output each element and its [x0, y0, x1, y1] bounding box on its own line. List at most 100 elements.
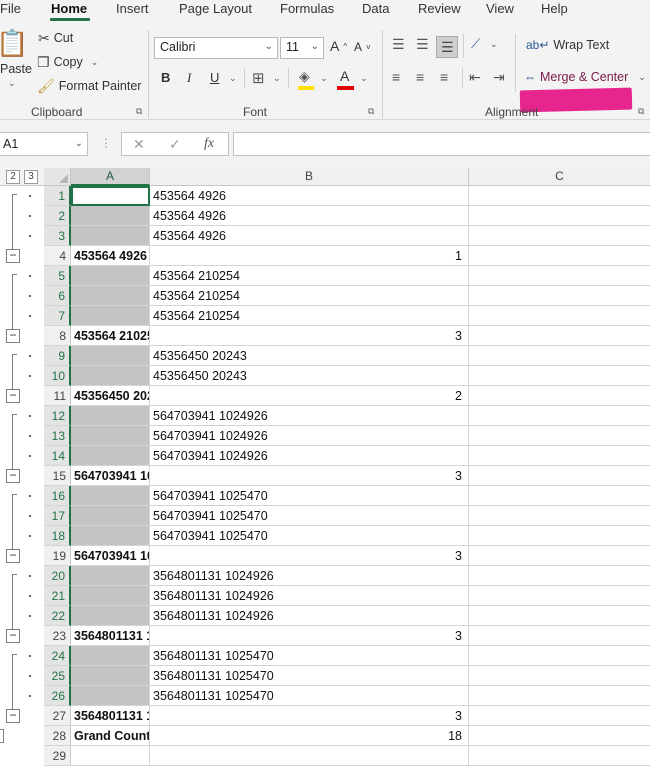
row-header[interactable]: 13 [44, 426, 71, 446]
cell-a[interactable] [71, 226, 150, 246]
outline-level-3-button[interactable]: 3 [24, 170, 38, 184]
cell-c[interactable] [469, 386, 650, 406]
cell-b[interactable]: 3 [150, 546, 469, 566]
name-box[interactable]: A1 ⌄ [0, 132, 88, 156]
cell-a[interactable] [71, 346, 150, 366]
row-header[interactable]: 7 [44, 306, 71, 326]
cell-c[interactable] [469, 586, 650, 606]
cell-c[interactable] [469, 346, 650, 366]
dialog-launcher-icon[interactable]: ⧉ [136, 106, 142, 117]
cell-c[interactable] [469, 226, 650, 246]
menu-review[interactable]: Review [418, 1, 461, 16]
cell-a[interactable] [71, 606, 150, 626]
cell-b[interactable]: 564703941 1024926 [150, 426, 469, 446]
row-header[interactable]: 4 [44, 246, 71, 266]
cell-b[interactable]: 3 [150, 326, 469, 346]
chevron-down-icon[interactable]: ⌄ [490, 39, 498, 50]
column-header-a[interactable]: A [71, 168, 150, 186]
align-center-icon[interactable]: ≡ [416, 69, 424, 85]
cell-b[interactable]: 564703941 1024926 [150, 446, 469, 466]
cell-a[interactable]: 3564801131 1025470 [71, 706, 150, 726]
align-middle-icon[interactable]: ☰ [416, 36, 429, 53]
cell-b[interactable]: 453564 210254 [150, 286, 469, 306]
collapse-group-button[interactable]: − [6, 629, 20, 643]
cell-c[interactable] [469, 566, 650, 586]
cell-b[interactable] [150, 746, 469, 766]
cell-b[interactable]: 3564801131 1024926 [150, 606, 469, 626]
cell-a[interactable]: 564703941 1025470 [71, 546, 150, 566]
row-header[interactable]: 9 [44, 346, 71, 366]
format-painter-button[interactable]: 🖌 Format Painter [37, 79, 141, 93]
cell-a[interactable]: 3564801131 1024926 [71, 626, 150, 646]
cell-a[interactable] [71, 526, 150, 546]
cell-a[interactable] [71, 206, 150, 226]
menu-file[interactable]: File [0, 1, 21, 16]
cell-c[interactable] [469, 266, 650, 286]
row-header[interactable]: 16 [44, 486, 71, 506]
cell-a[interactable] [71, 286, 150, 306]
chevron-down-icon[interactable]: ⌄ [273, 73, 281, 84]
menu-insert[interactable]: Insert [116, 1, 149, 16]
cell-a[interactable] [71, 306, 150, 326]
wrap-text-button[interactable]: ab↵ Wrap Text [526, 38, 609, 52]
row-header[interactable]: 20 [44, 566, 71, 586]
row-header[interactable]: 14 [44, 446, 71, 466]
cell-c[interactable] [469, 326, 650, 346]
row-header[interactable]: 6 [44, 286, 71, 306]
underline-button[interactable]: U [210, 70, 219, 85]
formula-input[interactable] [233, 132, 650, 156]
cell-c[interactable] [469, 706, 650, 726]
font-name-combo[interactable]: Calibri ⌄ [154, 37, 278, 59]
cell-b[interactable]: 3564801131 1024926 [150, 586, 469, 606]
cell-a[interactable]: 564703941 1024926 [71, 466, 150, 486]
cell-b[interactable]: 564703941 1024926 [150, 406, 469, 426]
row-header[interactable]: 8 [44, 326, 71, 346]
collapse-group-button[interactable]: − [6, 709, 20, 723]
select-all-button[interactable] [44, 168, 71, 186]
menu-data[interactable]: Data [362, 1, 389, 16]
cell-a[interactable] [71, 566, 150, 586]
cell-c[interactable] [469, 426, 650, 446]
row-header[interactable]: 2 [44, 206, 71, 226]
font-size-combo[interactable]: 11 ⌄ [280, 37, 324, 59]
collapse-group-button[interactable]: − [6, 329, 20, 343]
row-header[interactable]: 18 [44, 526, 71, 546]
row-header[interactable]: 17 [44, 506, 71, 526]
align-top-icon[interactable]: ☰ [392, 36, 405, 53]
row-header[interactable]: 3 [44, 226, 71, 246]
dialog-launcher-icon[interactable]: ⧉ [638, 106, 644, 117]
row-header[interactable]: 15 [44, 466, 71, 486]
cell-b[interactable]: 564703941 1025470 [150, 506, 469, 526]
cell-a[interactable] [71, 746, 150, 766]
cell-a[interactable]: 45356450 20243 [71, 386, 150, 406]
cell-b[interactable]: 3 [150, 466, 469, 486]
row-header[interactable]: 1 [44, 186, 71, 206]
outline-level-2-button[interactable]: 2 [6, 170, 20, 184]
row-header[interactable]: 24 [44, 646, 71, 666]
cell-b[interactable]: 3564801131 1025470 [150, 646, 469, 666]
cell-a[interactable] [71, 186, 150, 206]
copy-button[interactable]: ❐ Copy ⌄ [37, 55, 98, 69]
cell-c[interactable] [469, 186, 650, 206]
collapse-group-button[interactable]: − [6, 549, 20, 563]
column-header-b[interactable]: B [150, 168, 469, 186]
cell-a[interactable] [71, 686, 150, 706]
row-header[interactable]: 26 [44, 686, 71, 706]
row-header[interactable]: 23 [44, 626, 71, 646]
collapse-group-button[interactable]: − [6, 469, 20, 483]
row-header[interactable]: 12 [44, 406, 71, 426]
cell-a[interactable] [71, 446, 150, 466]
chevron-down-icon[interactable]: ⌄ [229, 73, 237, 84]
row-header[interactable]: 11 [44, 386, 71, 406]
chevron-down-icon[interactable]: ⌄ [320, 73, 328, 84]
cell-a[interactable]: Grand Count [71, 726, 150, 746]
menu-formulas[interactable]: Formulas [280, 1, 334, 16]
decrease-indent-icon[interactable]: ⇤ [469, 69, 481, 86]
cell-c[interactable] [469, 466, 650, 486]
italic-button[interactable]: I [187, 70, 191, 86]
cell-b[interactable]: 45356450 20243 [150, 366, 469, 386]
cell-b[interactable]: 453564 4926 [150, 206, 469, 226]
cell-c[interactable] [469, 446, 650, 466]
row-header[interactable]: 28 [44, 726, 71, 746]
cell-b[interactable]: 564703941 1025470 [150, 526, 469, 546]
